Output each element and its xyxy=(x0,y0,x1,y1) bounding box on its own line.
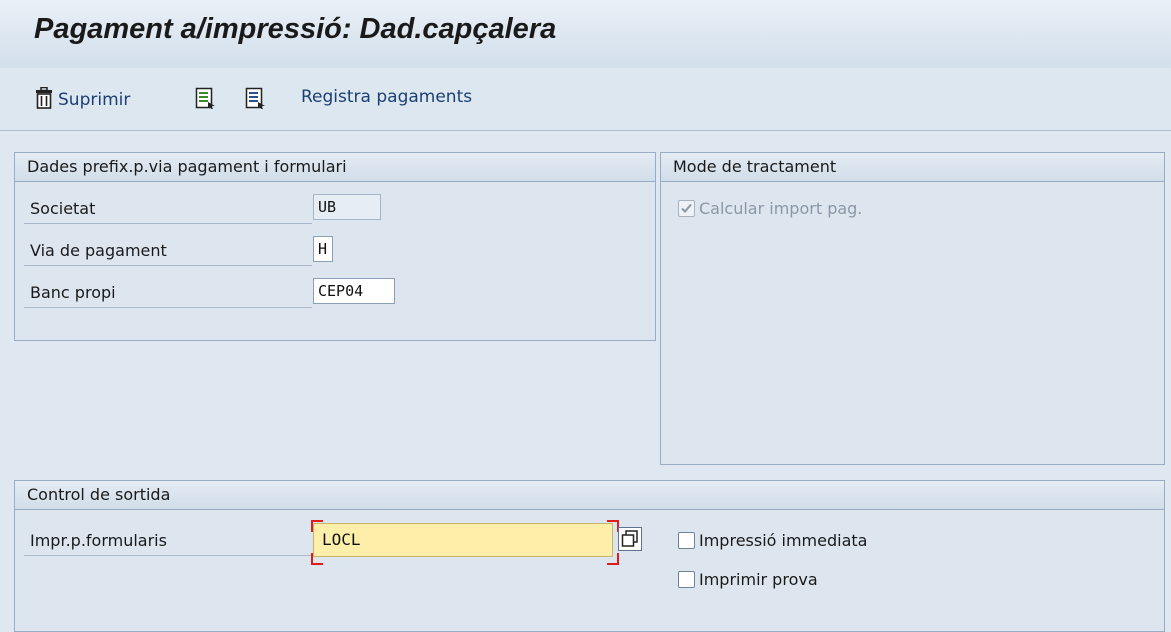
calculate-amount-checkbox[interactable]: Calcular import pag. xyxy=(678,199,862,218)
title-bar: Pagament a/impressió: Dad.capçalera xyxy=(0,0,1171,69)
checkmark-icon xyxy=(681,203,692,213)
register-payments-button[interactable]: Registra pagaments xyxy=(301,87,472,107)
trash-icon xyxy=(34,86,54,113)
payment-method-label: Via de pagament xyxy=(24,237,312,266)
checkbox-box xyxy=(678,571,695,588)
printer-label: Impr.p.formularis xyxy=(24,527,312,556)
group-output-header: Control de sortida xyxy=(15,481,1164,510)
print-test-checkbox[interactable]: Imprimir prova xyxy=(678,570,818,589)
focus-marker xyxy=(311,520,323,532)
value-help-icon xyxy=(621,530,638,547)
house-bank-label: Banc propi xyxy=(24,279,312,308)
document-icon xyxy=(245,87,267,113)
application-toolbar: Suprimir Registra pagaments xyxy=(0,68,1171,131)
checkbox-box xyxy=(678,532,695,549)
print-immediately-label: Impressió immediata xyxy=(699,531,868,550)
house-bank-field[interactable]: CEP04 xyxy=(313,278,395,304)
payment-method-field[interactable]: H xyxy=(313,236,333,262)
export-button[interactable] xyxy=(195,87,217,113)
group-mode-header: Mode de tractament xyxy=(661,153,1164,182)
print-immediately-checkbox[interactable]: Impressió immediata xyxy=(678,531,867,550)
printer-field[interactable]: LOCL xyxy=(313,523,613,557)
focus-marker xyxy=(311,553,323,565)
focus-marker xyxy=(607,553,619,565)
delete-label: Suprimir xyxy=(58,90,131,110)
register-payments-label: Registra pagaments xyxy=(301,87,473,107)
value-help-button[interactable] xyxy=(618,527,642,551)
page-title: Pagament a/impressió: Dad.capçalera xyxy=(34,13,557,45)
print-test-label: Imprimir prova xyxy=(699,570,818,589)
checkbox-box xyxy=(678,200,695,217)
export-document-icon xyxy=(195,87,217,113)
document-button[interactable] xyxy=(245,87,267,113)
company-code-field[interactable]: UB xyxy=(313,194,381,220)
company-code-label: Societat xyxy=(24,195,312,224)
delete-button[interactable]: Suprimir xyxy=(34,86,131,113)
calculate-amount-label: Calcular import pag. xyxy=(699,199,863,218)
group-prefix-header: Dades prefix.p.via pagament i formulari xyxy=(15,153,655,182)
